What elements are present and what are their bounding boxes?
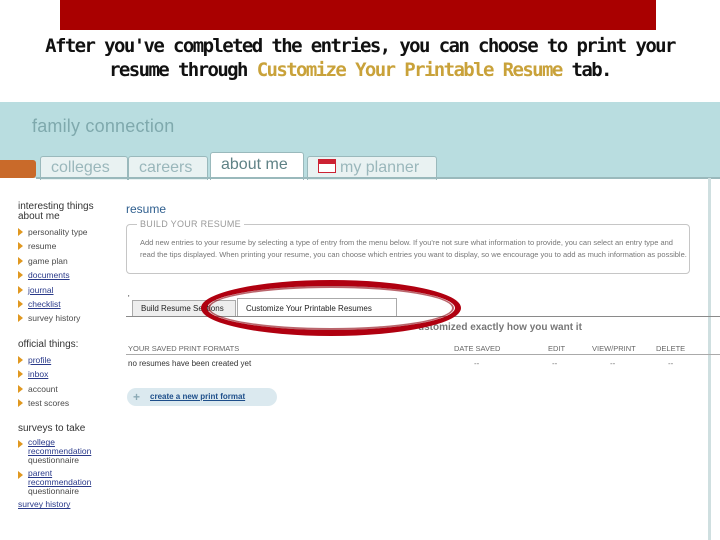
table-row: no resumes have been created yet -- -- -… — [126, 357, 720, 371]
customized-heading: ustomized exactly how you want it — [418, 322, 582, 333]
caption-line-1: After you've completed the entries, you … — [45, 35, 676, 57]
survey-item-line: questionnaire — [28, 486, 80, 497]
sidebar-item-label: checklist — [28, 299, 61, 310]
sidebar-list-surveys: college recommendation questionnaire parent… — [18, 437, 118, 499]
sidebar-item[interactable]: resume — [18, 239, 118, 253]
col-saved-formats: YOUR SAVED PRINT FORMATS — [128, 344, 240, 353]
col-edit: EDIT — [548, 344, 566, 353]
sidebar-item[interactable]: test scores — [18, 396, 118, 410]
cell-view: -- — [610, 359, 616, 368]
survey-item-line: questionnaire — [28, 455, 80, 466]
sidebar: interesting things about me personality … — [18, 202, 118, 509]
sidebar-link-survey-history[interactable]: survey history — [18, 499, 118, 509]
caption-highlight: Customize Your Printable Resume — [256, 59, 564, 81]
sidebar-item[interactable]: survey history — [18, 311, 118, 325]
caption-line-2-before: resume through — [109, 59, 257, 81]
cell-empty-message: no resumes have been created yet — [128, 359, 252, 368]
col-view-print: VIEW/PRINT — [592, 344, 636, 353]
col-date-saved: DATE SAVED — [454, 344, 501, 353]
sidebar-survey-item[interactable]: college recommendation questionnaire — [18, 437, 118, 468]
left-tab-stub[interactable] — [0, 160, 36, 178]
tab-my-planner-label: my planner — [340, 159, 420, 176]
cell-delete: -- — [668, 359, 674, 368]
cell-date: -- — [474, 359, 480, 368]
top-banner — [60, 0, 656, 30]
page-title: resume — [126, 202, 167, 216]
tab-about-me[interactable]: about me — [210, 152, 304, 180]
cell-edit: -- — [552, 359, 558, 368]
sidebar-item-label: personality type — [28, 227, 88, 237]
sidebar-heading-interesting: interesting things about me — [18, 201, 94, 222]
sidebar-item[interactable]: inbox — [18, 367, 118, 381]
sidebar-item-label: profile — [28, 354, 52, 365]
caption-line-2-after: tab. — [561, 59, 613, 81]
tab-baseline — [36, 177, 720, 179]
slide-caption: After you've completed the entries, you … — [0, 34, 720, 82]
sidebar-item-label: documents — [28, 270, 70, 281]
sidebar-item[interactable]: journal — [18, 283, 118, 297]
sidebar-item-label: survey history — [28, 313, 81, 324]
sidebar-item[interactable]: checklist — [18, 297, 118, 311]
sidebar-item[interactable]: account — [18, 382, 118, 396]
app-screenshot: family connection colleges careers about… — [0, 102, 720, 540]
sidebar-item-label: inbox — [28, 369, 49, 380]
col-delete: DELETE — [656, 344, 686, 353]
sidebar-item-label: game plan — [28, 255, 68, 266]
highlight-oval-inner — [208, 286, 454, 330]
sidebar-item-label: journal — [28, 284, 54, 295]
brand-title: family connection — [32, 116, 175, 136]
sidebar-item-label: account — [28, 383, 58, 394]
sidebar-item[interactable]: documents — [18, 268, 118, 282]
build-resume-box: BUILD YOUR RESUME Add new entries to you… — [126, 219, 690, 274]
sidebar-item[interactable]: game plan — [18, 254, 118, 268]
sidebar-survey-item[interactable]: parent recommendation questionnaire — [18, 468, 118, 499]
sidebar-list-interesting: personality type resume game plan documents… — [18, 225, 118, 326]
sidebar-item[interactable]: personality type — [18, 225, 118, 239]
tiny-mark: ' — [128, 294, 130, 303]
table-header: YOUR SAVED PRINT FORMATS DATE SAVED EDIT… — [126, 342, 720, 355]
sidebar-list-official: profile inbox account test scores — [18, 353, 118, 411]
calendar-icon — [318, 159, 336, 173]
build-resume-legend: BUILD YOUR RESUME — [137, 219, 244, 229]
create-print-format-label: create a new print format — [150, 392, 246, 401]
plus-icon: + — [133, 390, 141, 404]
sidebar-heading-surveys: surveys to take — [18, 423, 86, 435]
build-resume-instructions: Add new entries to your resume by select… — [140, 238, 687, 259]
sidebar-heading-official: official things: — [18, 338, 79, 350]
sidebar-item[interactable]: profile — [18, 353, 118, 367]
sidebar-item-label: test scores — [28, 398, 70, 409]
sidebar-item-label: resume — [28, 241, 57, 252]
create-print-format-button[interactable]: + create a new print format — [127, 388, 277, 406]
caption-line-2: resume through Customize Your Printable … — [0, 58, 720, 82]
